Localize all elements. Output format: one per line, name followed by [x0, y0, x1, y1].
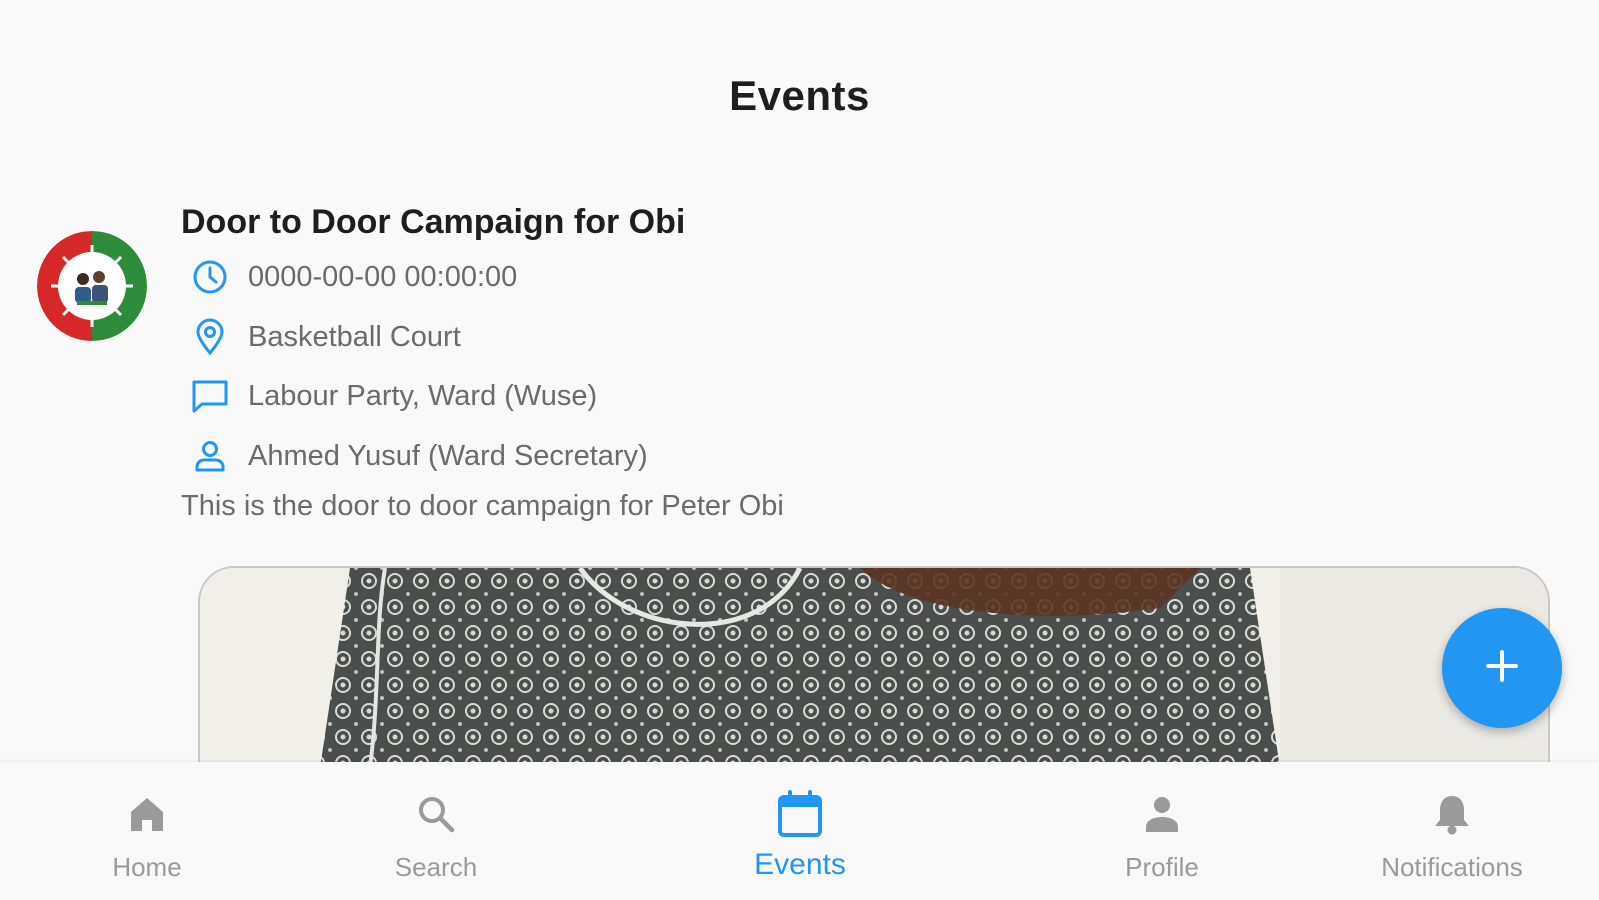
event-location-row: Basketball Court: [188, 315, 461, 359]
event-image[interactable]: [198, 566, 1550, 768]
organization-logo-avatar[interactable]: [37, 231, 147, 341]
event-description: This is the door to door campaign for Pe…: [181, 490, 784, 522]
event-location: Basketball Court: [248, 320, 461, 353]
clock-icon: [188, 255, 232, 299]
nav-label-notifications: Notifications: [1381, 852, 1523, 882]
person-icon: [188, 434, 232, 478]
event-photo: [200, 568, 1548, 768]
calendar-icon: [700, 788, 900, 840]
person-icon: [1062, 788, 1262, 840]
party-logo-icon: [37, 231, 147, 341]
event-datetime: 0000-00-00 00:00:00: [248, 260, 518, 293]
nav-item-notifications[interactable]: Notifications: [1352, 762, 1552, 900]
nav-label-profile: Profile: [1125, 852, 1199, 882]
event-organizer: Ahmed Yusuf (Ward Secretary): [248, 439, 648, 472]
bottom-navigation: Home Search Events Profile Notifications: [0, 762, 1599, 900]
plus-icon: [1484, 648, 1520, 689]
home-icon: [47, 788, 247, 840]
chat-bubble-icon: [188, 374, 232, 418]
event-organizer-row: Ahmed Yusuf (Ward Secretary): [188, 434, 648, 478]
nav-item-profile[interactable]: Profile: [1062, 762, 1262, 900]
page-title: Events: [729, 72, 870, 119]
event-datetime-row: 0000-00-00 00:00:00: [188, 255, 517, 299]
nav-item-home[interactable]: Home: [47, 762, 247, 900]
search-icon: [336, 788, 536, 840]
event-organization-row: Labour Party, Ward (Wuse): [188, 374, 597, 418]
nav-label-events: Events: [754, 848, 846, 881]
location-pin-icon: [188, 315, 232, 359]
bell-icon: [1352, 788, 1552, 840]
nav-item-search[interactable]: Search: [336, 762, 536, 900]
add-event-button[interactable]: [1442, 608, 1562, 728]
event-title[interactable]: Door to Door Campaign for Obi: [181, 203, 685, 242]
nav-label-home: Home: [112, 852, 182, 882]
event-organization: Labour Party, Ward (Wuse): [248, 379, 598, 412]
nav-label-search: Search: [394, 852, 478, 882]
nav-item-events[interactable]: Events: [700, 762, 900, 900]
